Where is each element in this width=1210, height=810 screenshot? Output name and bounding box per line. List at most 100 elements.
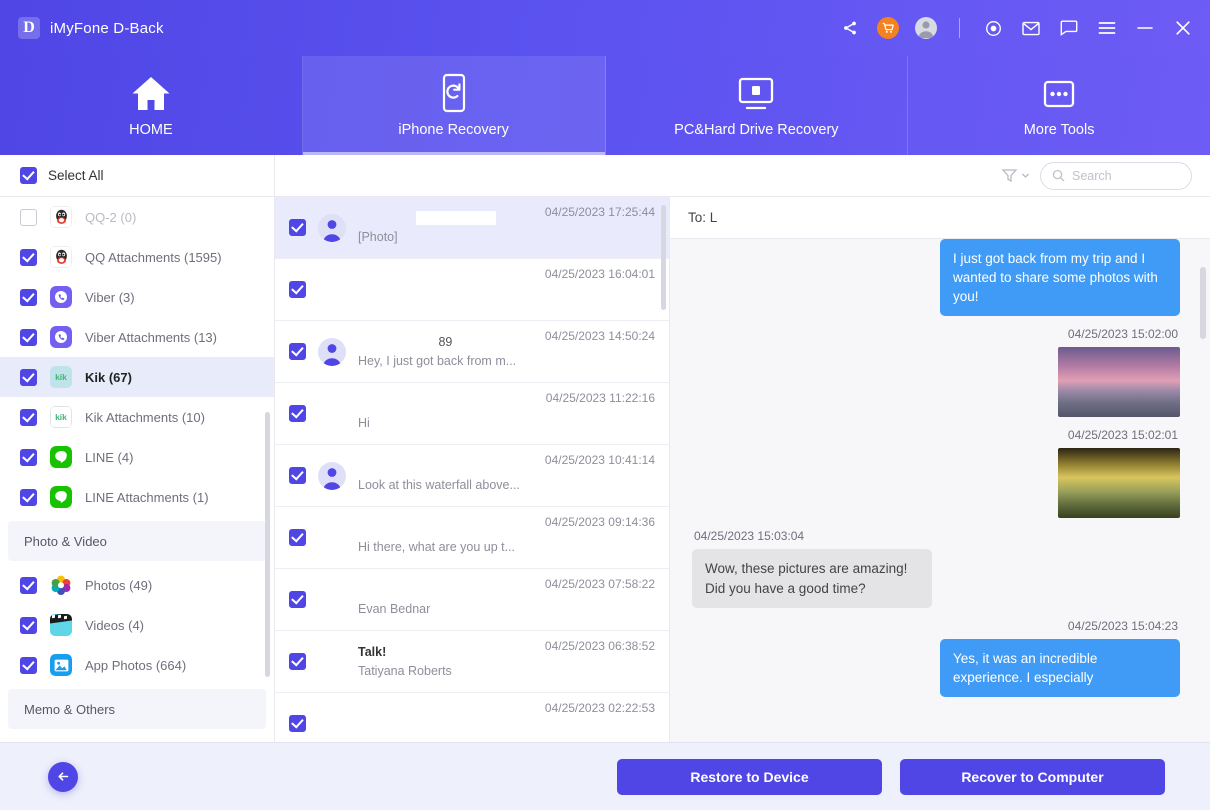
title-bar: D iMyFone D-Back: [0, 0, 1210, 56]
viber-icon: [50, 326, 72, 348]
sidebar-item-checkbox[interactable]: [20, 448, 37, 466]
restore-to-device-button[interactable]: Restore to Device: [617, 758, 882, 795]
message-row-timestamp: 04/25/2023 14:50:24: [544, 329, 655, 343]
message-row-timestamp: 04/25/2023 02:22:53: [544, 701, 655, 715]
message-row[interactable]: Hi 04/25/2023 11:22:16: [275, 383, 669, 445]
sidebar-item-checkbox[interactable]: [20, 616, 37, 634]
sidebar-item-checkbox[interactable]: [20, 368, 37, 386]
cart-icon[interactable]: [877, 17, 899, 39]
tab-pc-hard-drive-recovery[interactable]: PC&Hard Drive Recovery: [606, 56, 909, 155]
message-row-checkbox[interactable]: [289, 281, 306, 298]
more-dots-icon: [1040, 73, 1078, 113]
message-row-timestamp: 04/25/2023 09:14:36: [544, 515, 655, 529]
mail-icon[interactable]: [1020, 17, 1042, 39]
share-icon[interactable]: [839, 17, 861, 39]
message-row-checkbox[interactable]: [289, 591, 306, 608]
select-all-checkbox[interactable]: [20, 167, 37, 184]
message-row-preview: Hi: [358, 416, 370, 430]
message-row[interactable]: 04/25/2023 16:04:01: [275, 259, 669, 321]
message-row[interactable]: 89 Hey, I just got back from m... 04/25/20…: [275, 321, 669, 383]
chat-message-photo: 04/25/2023 15:02:01: [692, 419, 1180, 519]
sidebar-item[interactable]: Viber (3): [0, 277, 274, 317]
message-row-timestamp: 04/25/2023 11:22:16: [545, 391, 655, 405]
sidebar: QQ-2 (0) QQ Attachments (1595) Viber (3) Vi…: [0, 197, 275, 742]
phone-refresh-icon: [438, 73, 470, 113]
sidebar-item-checkbox[interactable]: [20, 408, 37, 426]
message-rows: [Photo] 04/25/2023 17:25:44 04/25/2023 16:…: [275, 197, 669, 742]
sidebar-item[interactable]: LINE Attachments (1): [0, 477, 274, 517]
message-row-checkbox[interactable]: [289, 467, 306, 484]
chat-message-out: 04/25/2023 15:04:23 Yes, it was an incre…: [692, 610, 1180, 698]
sidebar-item[interactable]: QQ-2 (0): [0, 197, 274, 237]
minimize-icon[interactable]: [1134, 17, 1156, 39]
golden-trees-photo[interactable]: [1058, 448, 1180, 519]
message-row-preview: Look at this waterfall above...: [358, 478, 520, 492]
photos-icon: [50, 574, 72, 596]
sidebar-item-checkbox[interactable]: [20, 248, 37, 266]
message-row[interactable]: 04/25/2023 02:22:53: [275, 693, 669, 742]
monitor-icon: [735, 73, 777, 113]
sidebar-item-label: QQ Attachments (1595): [85, 249, 222, 265]
sidebar-item-checkbox[interactable]: [20, 576, 37, 594]
message-row-checkbox[interactable]: [289, 405, 306, 422]
search-placeholder: Search: [1072, 168, 1112, 183]
chat-timestamp: 04/25/2023 15:02:00: [1067, 327, 1178, 342]
message-row-preview: [358, 292, 533, 306]
back-arrow-icon[interactable]: [48, 761, 78, 792]
brand-logo-icon: D: [18, 17, 40, 39]
sidebar-item-checkbox[interactable]: [20, 488, 37, 506]
chat-scrollbar[interactable]: [1200, 267, 1206, 339]
message-row-title: [358, 707, 533, 721]
sidebar-scrollbar[interactable]: [265, 412, 270, 677]
search-input[interactable]: Search: [1040, 161, 1192, 190]
sidebar-item[interactable]: [0, 733, 274, 742]
home-icon: [130, 73, 172, 113]
sunset-boat-photo[interactable]: [1058, 347, 1180, 418]
sidebar-item[interactable]: Viber Attachments (13): [0, 317, 274, 357]
select-all-area[interactable]: Select All: [0, 155, 275, 196]
sidebar-item-label: Viber (3): [85, 289, 135, 305]
message-list-scrollbar[interactable]: [661, 205, 666, 310]
message-row[interactable]: Hi there, what are you up t... 04/25/2023…: [275, 507, 669, 569]
chat-icon[interactable]: [1058, 17, 1080, 39]
sidebar-item[interactable]: kik Kik Attachments (10): [0, 397, 274, 437]
sidebar-item-label: App Photos (664): [85, 657, 187, 673]
sidebar-item[interactable]: kik Kik (67): [0, 357, 274, 397]
tab-more-tools[interactable]: More Tools: [908, 56, 1210, 155]
filter-icon[interactable]: [1001, 167, 1030, 184]
sidebar-item-checkbox[interactable]: [20, 288, 37, 306]
message-row-timestamp: 04/25/2023 10:41:14: [544, 453, 655, 467]
menu-icon[interactable]: [1096, 17, 1118, 39]
avatar-icon[interactable]: [915, 17, 937, 39]
sidebar-item-checkbox[interactable]: [20, 208, 37, 226]
message-row-checkbox[interactable]: [289, 219, 306, 236]
sidebar-item[interactable]: LINE (4): [0, 437, 274, 477]
message-row[interactable]: Evan Bednar 04/25/2023 07:58:22: [275, 569, 669, 631]
sidebar-item-checkbox[interactable]: [20, 328, 37, 346]
message-row[interactable]: Look at this waterfall above... 04/25/202…: [275, 445, 669, 507]
chat-timestamp: 04/25/2023 15:02:01: [1067, 428, 1178, 443]
message-row[interactable]: [Photo] 04/25/2023 17:25:44: [275, 197, 669, 259]
app-photos-icon: [50, 654, 72, 676]
sidebar-item[interactable]: Videos (4): [0, 605, 274, 645]
sidebar-group-header: Memo & Others: [8, 689, 266, 729]
message-row-checkbox[interactable]: [289, 343, 306, 360]
sidebar-item[interactable]: QQ Attachments (1595): [0, 237, 274, 277]
target-icon[interactable]: [982, 17, 1004, 39]
message-row-checkbox[interactable]: [289, 529, 306, 546]
sidebar-item-checkbox[interactable]: [20, 656, 37, 674]
chat-message-photo: 04/25/2023 15:02:00: [692, 318, 1180, 418]
close-icon[interactable]: [1172, 17, 1194, 39]
tab-iphone-recovery[interactable]: iPhone Recovery: [302, 56, 606, 155]
message-list: [Photo] 04/25/2023 17:25:44 04/25/2023 16:…: [275, 197, 670, 742]
message-row[interactable]: Talk! Tatiyana Roberts 04/25/2023 06:38:52: [275, 631, 669, 693]
message-row-checkbox[interactable]: [289, 653, 306, 670]
sidebar-item[interactable]: App Photos (664): [0, 645, 274, 685]
tab-home[interactable]: HOME: [0, 56, 303, 155]
chat-recipient: To: L: [688, 210, 718, 225]
recover-to-computer-button[interactable]: Recover to Computer: [900, 758, 1165, 795]
message-row-checkbox[interactable]: [289, 715, 306, 732]
nav-tabs: HOME iPhone Recovery PC&Hard Drive Recov…: [0, 56, 1210, 155]
sidebar-item[interactable]: Photos (49): [0, 565, 274, 605]
message-row-title: [358, 397, 534, 411]
